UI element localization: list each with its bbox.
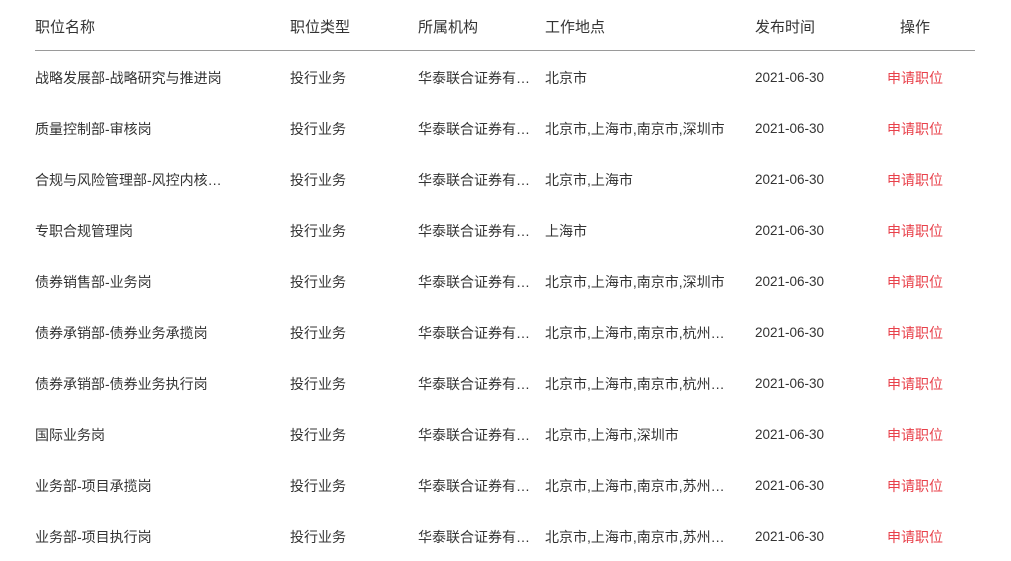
cell-job-title: 质量控制部-审核岗 [35,121,152,137]
cell-action: 申请职位 [855,425,975,445]
cell-job-title: 战略发展部-战略研究与推进岗 [35,70,222,86]
table-row[interactable]: 战略发展部-战略研究与推进岗 投行业务 华泰联合证券有… 北京市 2021-06-30 申… [0,51,1011,102]
table-body: 战略发展部-战略研究与推进岗 投行业务 华泰联合证券有… 北京市 2021-06-30 申… [0,51,1011,561]
cell-job-type: 投行业务 [290,325,346,341]
cell-job-title: 债券承销部-债券业务执行岗 [35,376,208,392]
cell-organization: 华泰联合证券有… [418,478,530,494]
cell-organization: 华泰联合证券有… [418,70,530,86]
cell-work-location: 北京市,上海市,南京市,苏州… [545,478,725,494]
cell-publish-date: 2021-06-30 [755,529,825,544]
apply-job-link[interactable]: 申请职位 [887,121,943,137]
cell-job-type: 投行业务 [290,121,346,137]
cell-organization: 华泰联合证券有… [418,427,530,443]
cell-organization: 华泰联合证券有… [418,376,530,392]
cell-action: 申请职位 [855,119,975,139]
cell-action: 申请职位 [855,68,975,88]
table-row[interactable]: 专职合规管理岗 投行业务 华泰联合证券有… 上海市 2021-06-30 申请职位 [0,204,1011,255]
apply-job-link[interactable]: 申请职位 [887,478,943,494]
cell-organization: 华泰联合证券有… [418,325,530,341]
table-row[interactable]: 债券承销部-债券业务执行岗 投行业务 华泰联合证券有… 北京市,上海市,南京市,杭州…… [0,357,1011,408]
cell-work-location: 北京市,上海市,南京市,苏州… [545,529,725,545]
cell-publish-date: 2021-06-30 [755,121,825,136]
job-listing-table: 职位名称 职位类型 所属机构 工作地点 发布时间 操作 战略发展部-战略研究与推… [0,0,1011,561]
cell-work-location: 北京市 [545,70,587,86]
apply-job-link[interactable]: 申请职位 [887,529,943,545]
cell-job-type: 投行业务 [290,529,346,545]
column-header-job-type: 职位类型 [290,19,351,36]
cell-job-title: 业务部-项目承揽岗 [35,478,152,494]
cell-action: 申请职位 [855,170,975,190]
cell-work-location: 北京市,上海市,南京市,深圳市 [545,121,725,137]
cell-publish-date: 2021-06-30 [755,172,825,187]
apply-job-link[interactable]: 申请职位 [887,427,943,443]
cell-job-type: 投行业务 [290,70,346,86]
cell-action: 申请职位 [855,527,975,547]
apply-job-link[interactable]: 申请职位 [887,172,943,188]
cell-action: 申请职位 [855,272,975,292]
apply-job-link[interactable]: 申请职位 [887,274,943,290]
cell-publish-date: 2021-06-30 [755,70,825,85]
cell-work-location: 北京市,上海市,南京市,杭州… [545,376,725,392]
cell-job-title: 业务部-项目执行岗 [35,529,152,545]
cell-work-location: 北京市,上海市 [545,172,633,188]
column-header-publish-date: 发布时间 [755,19,816,36]
table-header-row: 职位名称 职位类型 所属机构 工作地点 发布时间 操作 [0,0,1011,51]
column-header-organization: 所属机构 [418,19,479,36]
cell-organization: 华泰联合证券有… [418,121,530,137]
apply-job-link[interactable]: 申请职位 [887,325,943,341]
table-row[interactable]: 质量控制部-审核岗 投行业务 华泰联合证券有… 北京市,上海市,南京市,深圳市 2021… [0,102,1011,153]
table-row[interactable]: 债券承销部-债券业务承揽岗 投行业务 华泰联合证券有… 北京市,上海市,南京市,杭州…… [0,306,1011,357]
cell-publish-date: 2021-06-30 [755,223,825,238]
apply-job-link[interactable]: 申请职位 [887,376,943,392]
cell-publish-date: 2021-06-30 [755,274,825,289]
cell-job-type: 投行业务 [290,223,346,239]
column-header-work-location: 工作地点 [545,19,606,36]
cell-job-title: 债券销售部-业务岗 [35,274,152,290]
cell-job-type: 投行业务 [290,427,346,443]
table-row[interactable]: 合规与风险管理部-风控内核… 投行业务 华泰联合证券有… 北京市,上海市 2021-06… [0,153,1011,204]
table-row[interactable]: 国际业务岗 投行业务 华泰联合证券有… 北京市,上海市,深圳市 2021-06-30 申请… [0,408,1011,459]
apply-job-link[interactable]: 申请职位 [887,70,943,86]
cell-publish-date: 2021-06-30 [755,325,825,340]
cell-action: 申请职位 [855,374,975,394]
apply-job-link[interactable]: 申请职位 [887,223,943,239]
cell-organization: 华泰联合证券有… [418,172,530,188]
cell-job-title: 合规与风险管理部-风控内核… [35,172,222,188]
cell-work-location: 北京市,上海市,深圳市 [545,427,679,443]
cell-publish-date: 2021-06-30 [755,427,825,442]
column-header-job-title: 职位名称 [35,19,96,36]
cell-job-title: 专职合规管理岗 [35,223,133,239]
cell-action: 申请职位 [855,323,975,343]
cell-action: 申请职位 [855,476,975,496]
table-row[interactable]: 债券销售部-业务岗 投行业务 华泰联合证券有… 北京市,上海市,南京市,深圳市 2021… [0,255,1011,306]
cell-job-type: 投行业务 [290,376,346,392]
cell-work-location: 上海市 [545,223,587,239]
column-header-action: 操作 [899,19,930,36]
cell-job-title: 债券承销部-债券业务承揽岗 [35,325,208,341]
cell-organization: 华泰联合证券有… [418,223,530,239]
cell-job-title: 国际业务岗 [35,427,105,443]
table-row[interactable]: 业务部-项目承揽岗 投行业务 华泰联合证券有… 北京市,上海市,南京市,苏州… 2021… [0,459,1011,510]
cell-action: 申请职位 [855,221,975,241]
cell-work-location: 北京市,上海市,南京市,杭州… [545,325,725,341]
cell-job-type: 投行业务 [290,172,346,188]
cell-organization: 华泰联合证券有… [418,529,530,545]
cell-job-type: 投行业务 [290,274,346,290]
cell-work-location: 北京市,上海市,南京市,深圳市 [545,274,725,290]
table-row[interactable]: 业务部-项目执行岗 投行业务 华泰联合证券有… 北京市,上海市,南京市,苏州… 2021… [0,510,1011,561]
cell-publish-date: 2021-06-30 [755,376,825,391]
cell-organization: 华泰联合证券有… [418,274,530,290]
cell-job-type: 投行业务 [290,478,346,494]
cell-publish-date: 2021-06-30 [755,478,825,493]
